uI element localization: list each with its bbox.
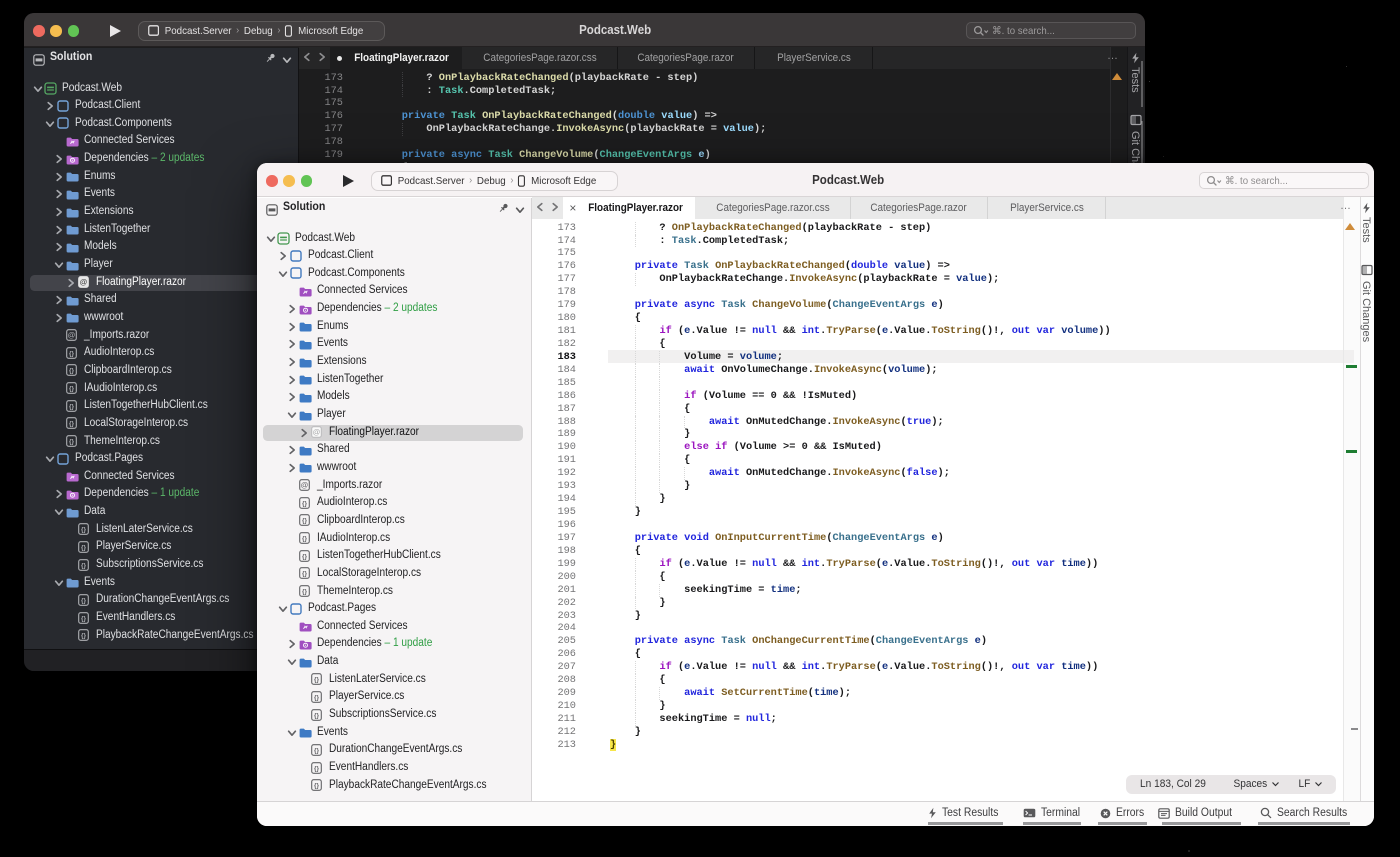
svg-text:{}: {} [69,421,74,428]
svg-text:@: @ [80,278,88,287]
svg-text:{}: {} [314,677,319,684]
svg-text:@: @ [67,331,75,340]
svg-text:{}: {} [69,403,74,410]
svg-text:{}: {} [314,694,319,701]
svg-text:{}: {} [81,632,86,639]
svg-text:{}: {} [314,782,319,789]
svg-text:{}: {} [314,747,319,754]
svg-text:{}: {} [69,368,74,375]
svg-text:@: @ [313,428,321,437]
svg-text:{}: {} [314,765,319,772]
svg-text:{}: {} [302,571,307,578]
svg-text:{}: {} [81,527,86,534]
svg-text:{}: {} [302,518,307,525]
svg-text:{}: {} [69,350,74,357]
svg-text:{}: {} [302,535,307,542]
svg-text:{}: {} [302,500,307,507]
svg-text:@: @ [300,481,308,490]
svg-text:{}: {} [69,438,74,445]
svg-text:{}: {} [81,597,86,604]
svg-text:{}: {} [81,615,86,622]
svg-text:{}: {} [81,544,86,551]
svg-text:{}: {} [69,385,74,392]
svg-text:{}: {} [302,553,307,560]
svg-text:{}: {} [302,588,307,595]
svg-text:{}: {} [314,712,319,719]
svg-text:{}: {} [81,562,86,569]
